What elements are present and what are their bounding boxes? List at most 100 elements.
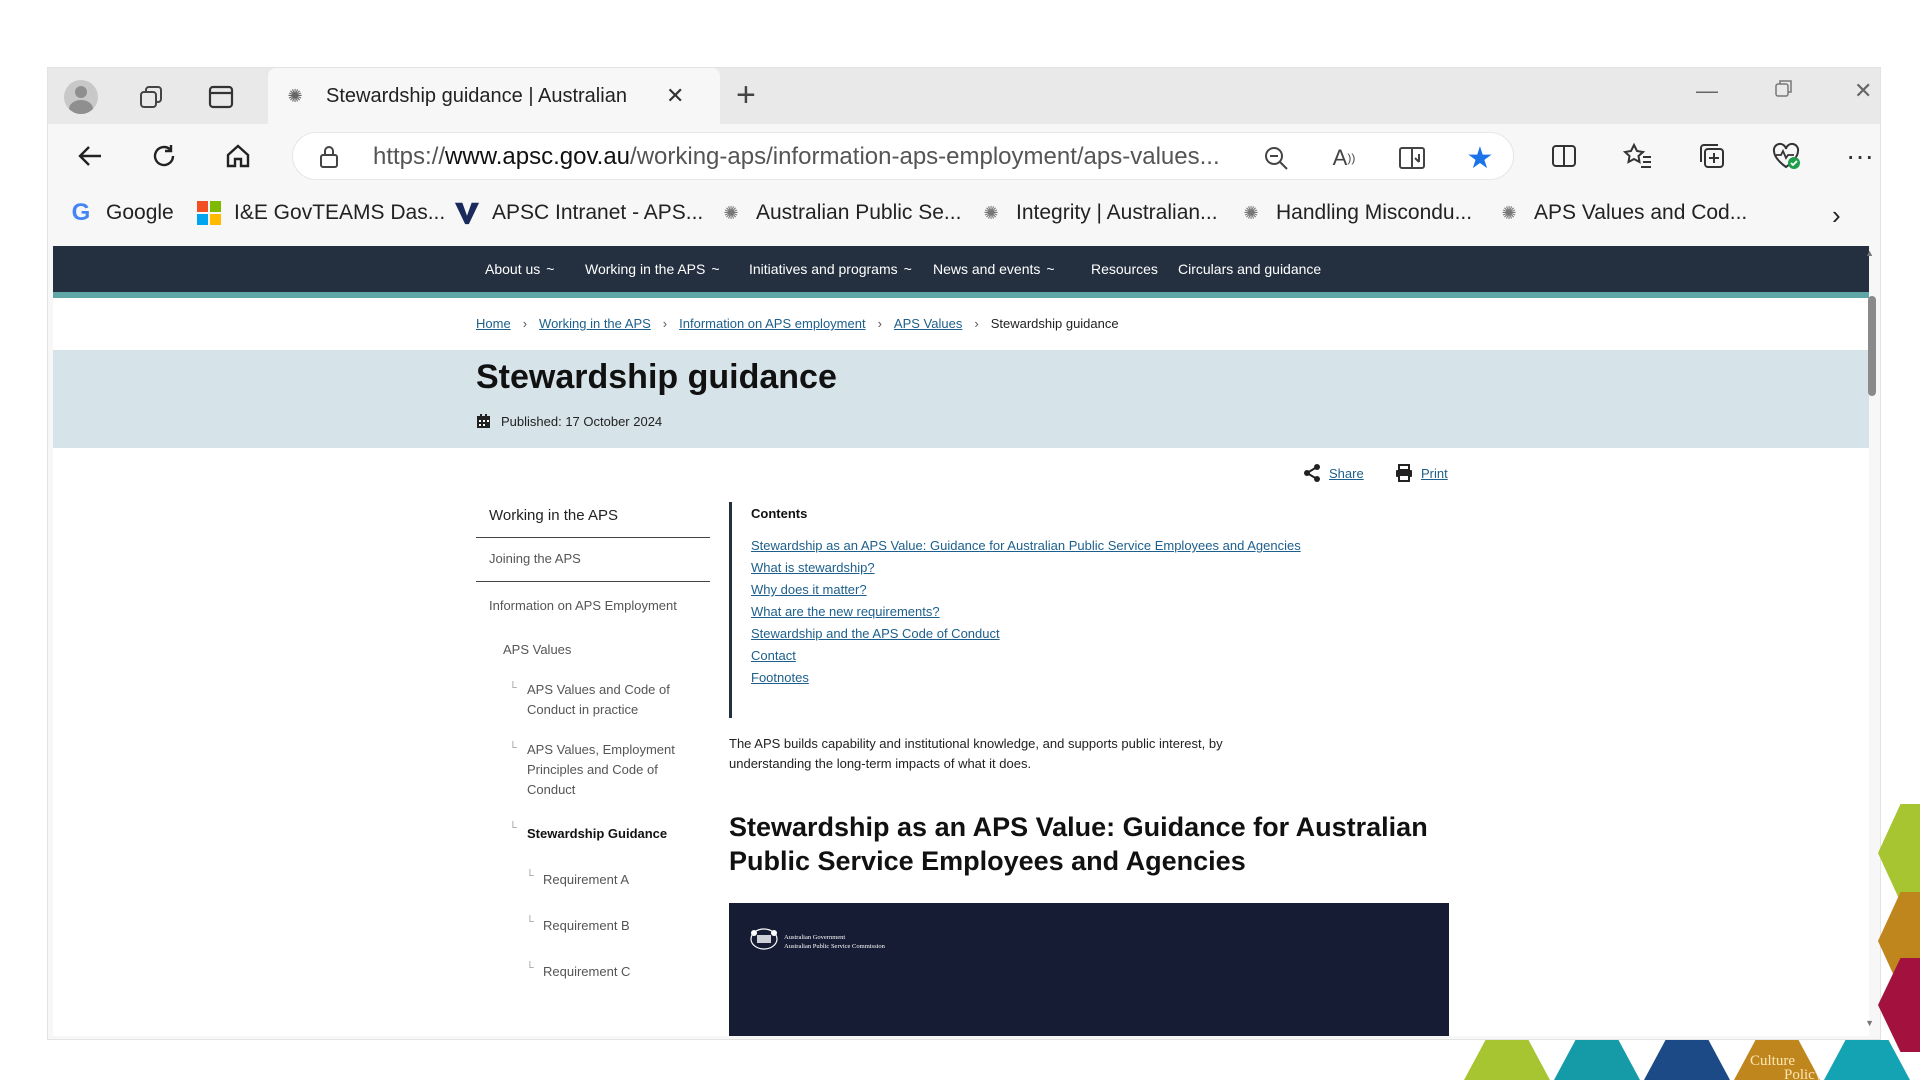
address-bar[interactable]: https://www.apsc.gov.au/working-aps/info…	[292, 132, 1514, 180]
url-text[interactable]: https://www.apsc.gov.au/working-aps/info…	[373, 143, 1220, 171]
sidenav-aps-values[interactable]: APS Values	[476, 630, 710, 670]
favorite-star-icon[interactable]: ★	[1465, 142, 1495, 175]
sidenav-values-employment-principles[interactable]: APS Values, Employment Principles and Co…	[476, 730, 710, 810]
refresh-icon[interactable]	[146, 138, 182, 174]
tab-title: Stewardship guidance | Australian	[326, 84, 627, 107]
sidenav-requirement-a[interactable]: Requirement A	[476, 856, 710, 902]
restore-icon[interactable]	[1774, 78, 1794, 104]
chevron-down-icon: ~	[711, 261, 720, 277]
favorites-icon[interactable]	[1620, 138, 1656, 174]
sidenav-requirement-b[interactable]: Requirement B	[476, 902, 710, 948]
back-icon[interactable]	[72, 138, 108, 174]
lock-icon[interactable]	[319, 145, 339, 169]
breadcrumb-separator: ›	[974, 316, 979, 331]
zoom-out-icon[interactable]	[1261, 143, 1291, 173]
bookmark-aps-values[interactable]: ✺ APS Values and Cod...	[1496, 200, 1747, 226]
browser-window: ✺ Stewardship guidance | Australian ✕ + …	[47, 67, 1881, 1040]
nav-circulars-and-guidance[interactable]: Circulars and guidance	[1178, 246, 1321, 292]
sidenav-requirement-c[interactable]: Requirement C	[476, 948, 710, 994]
bookmark-apsc-intranet[interactable]: APSC Intranet - APS...	[454, 200, 703, 226]
contents-link[interactable]: Why does it matter?	[751, 579, 1301, 601]
read-aloud-icon[interactable]: A))	[1329, 143, 1359, 173]
minimize-icon[interactable]: —	[1696, 78, 1718, 104]
collections-icon[interactable]	[1694, 138, 1730, 174]
print-link[interactable]: Print	[1421, 466, 1448, 481]
share-link[interactable]: Share	[1329, 466, 1364, 481]
profile-button[interactable]	[64, 80, 98, 114]
published-date: Published: 17 October 2024	[476, 414, 662, 429]
contents-box: Contents Stewardship as an APS Value: Gu…	[729, 502, 1301, 718]
guidance-banner-image: Australian Government Australian Public S…	[729, 903, 1449, 1036]
microsoft-icon	[196, 200, 222, 226]
bookmark-label: Australian Public Se...	[756, 201, 962, 224]
section-heading: Stewardship as an APS Value: Guidance fo…	[729, 812, 1428, 876]
page-hero: Stewardship guidance Published: 17 Octob…	[53, 350, 1869, 448]
sidenav-working-in-the-aps[interactable]: Working in the APS	[476, 498, 710, 538]
bookmark-integrity[interactable]: ✺ Integrity | Australian...	[978, 200, 1217, 226]
share-icon	[1304, 464, 1320, 482]
contents-link[interactable]: Stewardship and the APS Code of Conduct	[751, 623, 1301, 645]
new-tab-button[interactable]: +	[736, 76, 756, 115]
page-viewport: About us ~ Working in the APS ~ Initiative…	[53, 246, 1869, 1036]
decor-hexagon	[1644, 1040, 1730, 1080]
chevron-right-icon[interactable]: ›	[1832, 200, 1841, 231]
nav-initiatives-and-programs[interactable]: Initiatives and programs ~	[749, 246, 912, 292]
site-nav: About us ~ Working in the APS ~ Initiative…	[53, 246, 1869, 298]
bookmark-handling-misconduct[interactable]: ✺ Handling Miscondu...	[1238, 200, 1472, 226]
print-button[interactable]: Print	[1395, 464, 1448, 482]
share-button[interactable]: Share	[1303, 464, 1364, 482]
tab-strip: ✺ Stewardship guidance | Australian ✕ + …	[48, 68, 1880, 124]
avatar-icon	[64, 80, 98, 114]
bookmark-google[interactable]: G Google	[68, 199, 174, 226]
bookmark-govteams[interactable]: I&E GovTEAMS Das...	[196, 200, 445, 226]
nav-working-in-the-aps[interactable]: Working in the APS ~	[573, 246, 732, 298]
browser-toolbar: https://www.apsc.gov.au/working-aps/info…	[48, 124, 1880, 188]
contents-link[interactable]: What are the new requirements?	[751, 601, 1301, 623]
crest-icon: ✺	[287, 85, 303, 106]
sidenav-values-in-practice[interactable]: APS Values and Code of Conduct in practi…	[476, 670, 710, 730]
print-icon	[1396, 464, 1412, 482]
contents-link[interactable]: Contact	[751, 645, 1301, 667]
close-tab-icon[interactable]: ✕	[666, 83, 684, 109]
vertical-tabs-icon[interactable]	[204, 80, 238, 114]
side-nav: Working in the APS Joining the APS Infor…	[476, 498, 710, 994]
breadcrumb-home[interactable]: Home	[476, 316, 511, 331]
breadcrumb-aps-values[interactable]: APS Values	[894, 316, 962, 331]
sidenav-joining-the-aps[interactable]: Joining the APS	[476, 538, 710, 582]
browser-essentials-icon[interactable]	[1768, 138, 1804, 174]
split-screen-icon[interactable]	[1546, 138, 1582, 174]
sidenav-stewardship-guidance[interactable]: Stewardship Guidance	[476, 810, 710, 856]
workspaces-icon[interactable]	[134, 80, 168, 114]
chevron-down-icon: ~	[1046, 261, 1055, 277]
contents-heading: Contents	[751, 506, 808, 521]
calendar-icon	[477, 414, 490, 428]
breadcrumb-information-on-aps-employment[interactable]: Information on APS employment	[679, 316, 865, 331]
nav-resources[interactable]: Resources	[1091, 246, 1158, 292]
scroll-up-icon[interactable]: ▲	[1865, 248, 1874, 258]
nav-about-us[interactable]: About us ~	[485, 246, 554, 292]
breadcrumb-working-in-the-aps[interactable]: Working in the APS	[539, 316, 651, 331]
bookmark-australian-public-service[interactable]: ✺ Australian Public Se...	[718, 200, 961, 226]
bookmark-label: Google	[106, 201, 174, 224]
tab-active[interactable]: ✺ Stewardship guidance | Australian ✕	[268, 68, 720, 124]
decor-hexagon-text: Culture Policy	[1734, 1040, 1820, 1080]
contents-link[interactable]: Stewardship as an APS Value: Guidance fo…	[751, 535, 1301, 557]
scrollbar[interactable]: ▲ ▼	[1862, 246, 1876, 1036]
decor-hexagon	[1878, 804, 1920, 902]
contents-link[interactable]: Footnotes	[751, 667, 1301, 689]
home-icon[interactable]	[220, 138, 256, 174]
scrollbar-thumb[interactable]	[1868, 296, 1876, 396]
more-options-icon[interactable]: ···	[1842, 138, 1878, 174]
nav-news-and-events[interactable]: News and events ~	[933, 246, 1055, 292]
bookmark-label: APSC Intranet - APS...	[492, 201, 704, 224]
scroll-down-icon[interactable]: ▼	[1865, 1018, 1874, 1028]
chevron-down-icon: ~	[903, 261, 912, 277]
breadcrumb: Home › Working in the APS › Information on A…	[476, 316, 1119, 331]
close-window-icon[interactable]: ✕	[1854, 78, 1872, 104]
contents-link[interactable]: What is stewardship?	[751, 557, 1301, 579]
immersive-reader-icon[interactable]	[1397, 143, 1427, 173]
breadcrumb-separator: ›	[662, 316, 668, 331]
sidenav-information-on-aps-employment[interactable]: Information on APS Employment	[476, 582, 710, 630]
published-text: Published: 17 October 2024	[501, 414, 663, 429]
bookmarks-bar: G Google I&E GovTEAMS Das... APSC Intran…	[48, 188, 1880, 244]
